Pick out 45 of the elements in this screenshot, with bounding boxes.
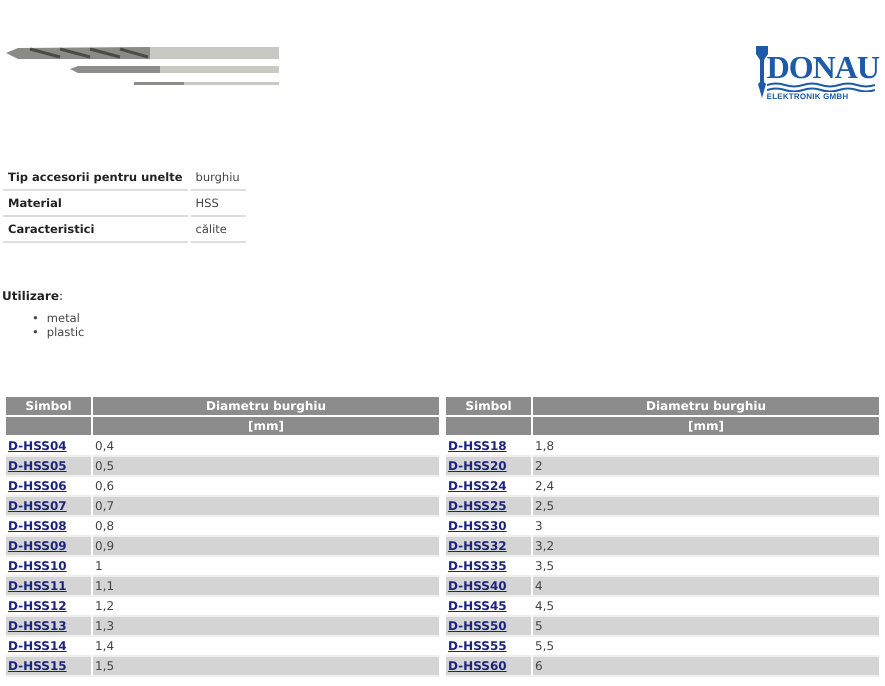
usage-item: metal <box>46 311 80 325</box>
column-header: Diametru burghiu <box>91 397 439 417</box>
property-label: Tip accesorii pentru unelte <box>3 165 190 190</box>
symbol-link[interactable]: D-HSS24 <box>448 479 507 493</box>
diameter-cell: 1,5 <box>91 657 439 677</box>
symbol-link[interactable]: D-HSS12 <box>8 599 67 613</box>
diameter-cell: 6 <box>531 657 879 677</box>
column-header: Simbol <box>6 397 91 417</box>
property-value: burghiu <box>189 165 246 190</box>
bullet: • <box>32 325 39 339</box>
property-label: Material <box>3 190 190 216</box>
diameter-cell: 0,9 <box>91 537 439 557</box>
diameter-cell: 0,7 <box>91 497 439 517</box>
diameter-cell: 4 <box>531 577 879 597</box>
column-header: Simbol <box>446 397 531 417</box>
logo-name: DONAU <box>766 52 879 82</box>
diameter-cell: 3,2 <box>531 537 879 557</box>
symbol-link[interactable]: D-HSS08 <box>8 519 67 533</box>
symbol-link[interactable]: D-HSS14 <box>8 639 67 653</box>
symbol-link[interactable]: D-HSS18 <box>448 439 507 453</box>
symbol-link[interactable]: D-HSS10 <box>8 559 67 573</box>
property-label: Caracteristici <box>3 216 190 242</box>
unit-header: [mm] <box>91 417 439 437</box>
diameter-cell: 1,1 <box>91 577 439 597</box>
symbol-link[interactable]: D-HSS04 <box>8 439 67 453</box>
bullet: • <box>32 311 39 325</box>
symbol-link[interactable]: D-HSS45 <box>448 599 507 613</box>
logo-subtitle: ELEKTRONIK GMBH <box>766 92 850 101</box>
column-header: Diametru burghiu <box>531 397 879 417</box>
unit-header: [mm] <box>531 417 879 437</box>
usage-item: plastic <box>46 325 84 339</box>
symbol-link[interactable]: D-HSS06 <box>8 479 67 493</box>
waves-icon <box>766 82 875 92</box>
diameter-cell: 1,3 <box>91 617 439 637</box>
usage-title: Utilizare: <box>2 289 64 303</box>
diameter-cell: 0,5 <box>91 457 439 477</box>
diameter-cell: 2 <box>531 457 879 477</box>
symbol-link[interactable]: D-HSS35 <box>448 559 507 573</box>
diameter-cell: 5 <box>531 617 879 637</box>
diameter-cell: 2,5 <box>531 497 879 517</box>
property-value: călite <box>189 216 246 242</box>
property-value: HSS <box>189 190 246 216</box>
pen-icon <box>754 46 769 98</box>
symbol-link[interactable]: D-HSS30 <box>448 519 507 533</box>
symbol-link[interactable]: D-HSS55 <box>448 639 507 653</box>
